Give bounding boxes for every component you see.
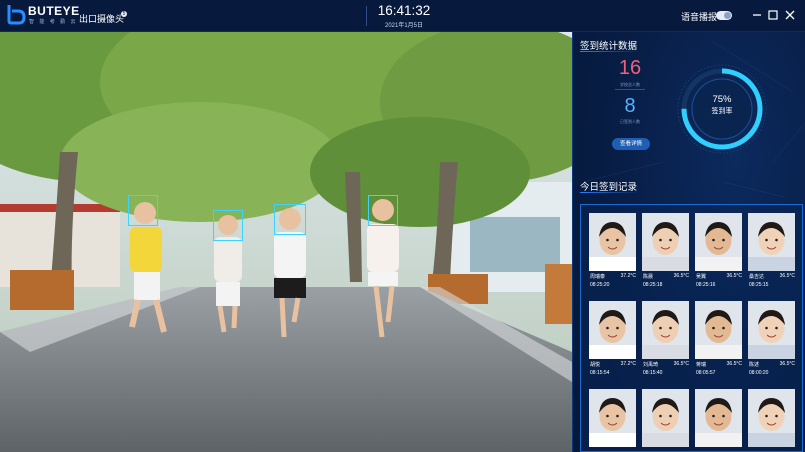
check-in-time: 08:05:57: [696, 370, 716, 376]
camera-scene: [0, 32, 572, 452]
student-photo: [748, 301, 795, 359]
student-photo: [589, 213, 636, 271]
attendance-panel: 签到统计数据 16 学校总人数 8 已签到人数 查看详情 75% 签到率 今日签…: [572, 32, 805, 452]
student-photo: [695, 301, 742, 359]
signed-count: 8: [624, 95, 636, 117]
record-card[interactable]: 刘禹琦 36.5°C 08:15:40: [642, 301, 689, 376]
voice-broadcast-toggle[interactable]: [716, 11, 732, 20]
maximize-icon[interactable]: [766, 8, 780, 22]
student-photo: [748, 213, 795, 271]
temperature-value: 37.2°C: [620, 361, 636, 367]
check-in-time: 08:25:18: [643, 282, 663, 288]
temperature-value: 36.5°C: [779, 361, 795, 367]
check-in-time: 08:25:20: [590, 282, 610, 288]
student-photo: [642, 389, 689, 447]
check-in-time: 08:25:16: [696, 282, 716, 288]
face-detection-box: [128, 195, 158, 226]
camera-badge: 5: [121, 11, 127, 17]
camera-title[interactable]: 出口摄像头: [79, 12, 124, 25]
student-name: 吴翼: [696, 274, 707, 280]
face-detection-box: [274, 204, 306, 235]
temperature-value: 36.5°C: [726, 273, 742, 279]
records-list[interactable]: 周瑞泰 37.2°C 08:25:20 陈晨 36.5°C 08:25:18 吴翼 36.5°…: [580, 204, 803, 452]
close-icon[interactable]: [783, 8, 797, 22]
temperature-value: 36.5°C: [779, 273, 795, 279]
toggle-knob: [724, 12, 731, 19]
temperature-value: 36.5°C: [673, 361, 689, 367]
check-in-time: 08:15:54: [590, 370, 610, 376]
check-in-time: 08:25:15: [749, 282, 769, 288]
student-name: 陈晨: [643, 274, 654, 280]
record-card[interactable]: 桑吉达 36.5°C 08:25:15: [748, 213, 795, 288]
minimize-icon[interactable]: [750, 8, 764, 22]
attendance-app: BUTEYE 智 能 考 勤 云 出口摄像头 5 16:41:32 2021年1…: [0, 0, 805, 452]
temperature-value: 37.2°C: [620, 273, 636, 279]
record-card[interactable]: 周瑞泰 37.2°C 08:25:20: [589, 213, 636, 288]
student-name: 桑吉达: [749, 274, 765, 280]
brand-name: BUTEYE: [28, 4, 80, 18]
record-card[interactable]: 吴翼 36.5°C 08:25:16: [695, 213, 742, 288]
divider: [366, 6, 367, 26]
student-name: 胡悦: [590, 362, 601, 368]
clock-time: 16:41:32: [377, 3, 431, 18]
view-details-button[interactable]: 查看详情: [612, 138, 650, 150]
brand-subtitle: 智 能 考 勤 云: [29, 19, 78, 25]
student-photo: [748, 389, 795, 447]
buteye-logo-icon: [7, 5, 26, 25]
sign-in-rate-label: 签到率: [711, 108, 733, 115]
record-card[interactable]: 蒋瑞 36.5°C 08:05:57: [695, 301, 742, 376]
total-count-label: 学校总人数: [620, 82, 640, 87]
student-photo: [642, 213, 689, 271]
record-card[interactable]: 胡悦 37.2°C 08:15:54: [589, 301, 636, 376]
record-card[interactable]: 陈述 36.5°C 08:00:20: [748, 301, 795, 376]
record-card[interactable]: 陈晨 36.5°C 08:25:18: [642, 213, 689, 288]
student-photo: [589, 389, 636, 447]
check-in-time: 08:00:20: [749, 370, 769, 376]
face-detection-box: [213, 210, 243, 241]
stats-title: 签到统计数据: [580, 38, 641, 52]
title-bar: BUTEYE 智 能 考 勤 云 出口摄像头 5 16:41:32 2021年1…: [0, 0, 805, 32]
record-card[interactable]: [748, 389, 795, 447]
student-name: 刘禹琦: [643, 362, 659, 368]
stats-divider: [615, 89, 645, 90]
face-detection-box: [368, 195, 398, 226]
student-photo: [589, 301, 636, 359]
record-card[interactable]: [589, 389, 636, 447]
temperature-value: 36.5°C: [726, 361, 742, 367]
signed-count-label: 已签到人数: [620, 119, 640, 124]
record-card[interactable]: [695, 389, 742, 447]
student-photo: [695, 389, 742, 447]
record-card[interactable]: [642, 389, 689, 447]
voice-broadcast-label: 语音播报: [681, 12, 718, 22]
student-name: 蒋瑞: [696, 362, 707, 368]
student-photo: [695, 213, 742, 271]
records-title: 今日签到记录: [580, 179, 641, 193]
check-in-time: 08:15:40: [643, 370, 663, 376]
student-name: 周瑞泰: [590, 274, 606, 280]
sign-in-rate-value: 75%: [712, 94, 732, 105]
student-name: 陈述: [749, 362, 760, 368]
student-photo: [642, 301, 689, 359]
clock-date: 2021年1月5日: [384, 23, 424, 29]
temperature-value: 36.5°C: [673, 273, 689, 279]
camera-feed: [0, 32, 572, 452]
total-count: 16: [618, 57, 642, 79]
